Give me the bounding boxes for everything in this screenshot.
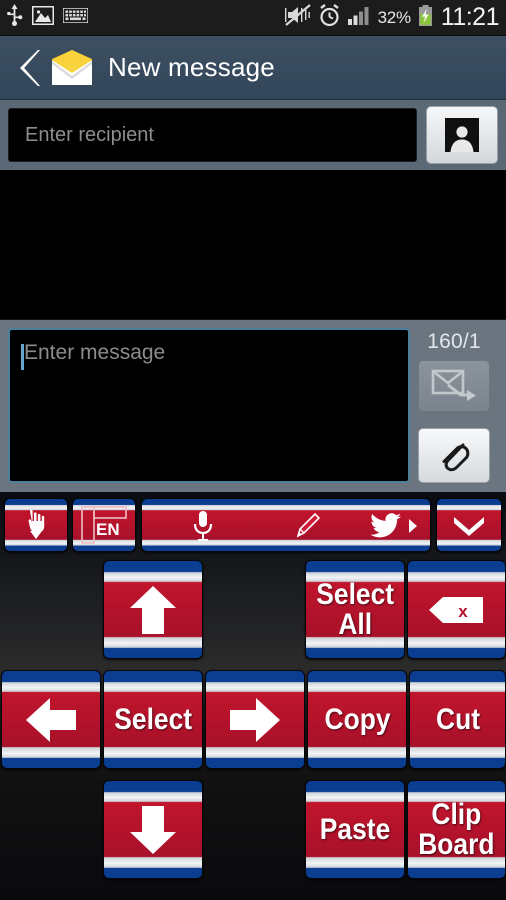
key-copy-label: Copy (324, 702, 390, 736)
key-select[interactable]: Select (103, 670, 203, 769)
clock-label: 11:21 (440, 3, 500, 31)
chevron-down-icon (452, 514, 486, 536)
language-en-icon: EN (81, 506, 127, 544)
contacts-icon (445, 118, 479, 152)
chevron-left-icon (20, 49, 40, 86)
arrow-right-icon (228, 695, 282, 745)
action-bar: New message (0, 36, 506, 100)
add-contact-button[interactable] (426, 106, 498, 164)
arrow-down-icon (126, 804, 180, 856)
key-arrow-down[interactable] (103, 780, 203, 879)
key-arrow-right[interactable] (205, 670, 305, 769)
key-language[interactable]: EN (72, 498, 136, 552)
svg-text:x: x (458, 602, 468, 621)
back-button[interactable] (12, 47, 46, 89)
battery-charging-icon (418, 4, 433, 31)
conversation-area[interactable] (0, 170, 506, 320)
key-arrow-left[interactable] (1, 670, 101, 769)
compose-area: Enter message 160/1 (0, 320, 506, 492)
key-hand-down[interactable] (4, 498, 68, 552)
keyboard-toolbar: EN (0, 496, 506, 554)
twitter-icon[interactable] (370, 513, 402, 539)
key-select-all-label: Select All (316, 577, 394, 641)
image-icon (31, 5, 55, 30)
hand-down-icon (19, 508, 53, 542)
backspace-icon: x (428, 595, 485, 625)
key-hide-keyboard[interactable] (436, 498, 502, 552)
mute-vibrate-off-icon (284, 4, 311, 31)
key-select-all-line1: Select (316, 577, 394, 611)
signal-icon (347, 6, 371, 30)
key-paste[interactable]: Paste (305, 780, 405, 879)
pencil-icon[interactable] (290, 509, 324, 543)
status-bar-right: 32% 11:21 (278, 3, 500, 32)
arrow-up-icon (126, 584, 180, 636)
key-clipboard[interactable]: Clip Board (407, 780, 506, 879)
keyboard-key-rows: Select All x Select Copy Cut Paste Clip … (0, 560, 506, 900)
send-icon (431, 369, 476, 401)
key-copy[interactable]: Copy (307, 670, 407, 769)
key-select-all[interactable]: Select All (305, 560, 405, 659)
keyboard-icon (62, 6, 89, 28)
key-paste-label: Paste (319, 812, 391, 846)
battery-percent-label: 32% (377, 7, 411, 27)
status-bar: 32% 11:21 (0, 0, 506, 36)
key-clipboard-line2: Board (418, 827, 495, 861)
envelope-icon (50, 49, 94, 87)
recipient-input[interactable]: Enter recipient (8, 108, 417, 162)
microphone-icon[interactable] (192, 510, 214, 542)
send-button[interactable] (418, 360, 490, 412)
key-cut-label: Cut (435, 702, 480, 736)
language-label: EN (96, 520, 120, 539)
key-select-all-line2: All (338, 607, 372, 641)
char-counter: 160/1 (427, 330, 481, 353)
alarm-icon (318, 3, 341, 32)
key-arrow-up[interactable] (103, 560, 203, 659)
key-backspace[interactable]: x (407, 560, 506, 659)
phone-screen: 32% 11:21 New message Enter recipient En… (0, 0, 506, 900)
keyboard: EN Select All x Select Copy Cut Paste Cl… (0, 492, 506, 900)
attach-button[interactable] (418, 428, 490, 483)
paperclip-icon (442, 443, 470, 471)
message-placeholder: Enter message (24, 341, 166, 364)
key-clipboard-label: Clip Board (418, 797, 495, 861)
arrow-left-icon (24, 695, 78, 745)
compose-right-panel: 160/1 (410, 328, 498, 484)
message-input[interactable]: Enter message (8, 328, 410, 483)
key-clipboard-line1: Clip (431, 797, 482, 831)
recipient-placeholder: Enter recipient (25, 123, 154, 146)
arrow-right-small-icon[interactable] (408, 519, 418, 533)
recipient-row: Enter recipient (0, 100, 506, 170)
key-input-modes-bar[interactable] (141, 498, 431, 552)
text-caret (21, 344, 24, 370)
key-select-label: Select (114, 702, 192, 736)
page-title: New message (108, 52, 275, 82)
status-bar-left (6, 4, 97, 31)
usb-icon (6, 4, 23, 31)
key-cut[interactable]: Cut (409, 670, 506, 769)
